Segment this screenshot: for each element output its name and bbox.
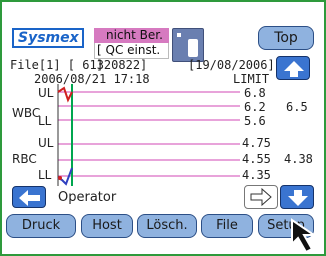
arrow-right-icon	[250, 187, 272, 207]
arrow-up-icon	[284, 61, 304, 77]
wbc-lower-limit: 5.6	[244, 114, 266, 128]
wbc-mid-value: 6.2	[244, 100, 266, 114]
status-line-1: nicht Ber.	[94, 28, 169, 43]
operator-label: Operator	[58, 190, 117, 205]
status-box: nicht Ber. [ QC einst. ]	[94, 28, 169, 72]
wbc-ul-label: UL	[38, 86, 54, 100]
file-date: [19/08/2006]	[188, 58, 275, 72]
rbc-result: 4.38	[284, 152, 313, 166]
status-line-2: [ QC einst. ]	[94, 43, 169, 72]
rbc-upper-limit: 4.75	[242, 136, 271, 150]
instrument-screen: Sysmex nicht Ber. [ QC einst. ] Top File…	[0, 0, 326, 256]
scroll-down-button[interactable]	[280, 185, 314, 209]
rbc-ll-label: LL	[38, 168, 52, 182]
wbc-trace	[57, 86, 73, 103]
file-button[interactable]: File	[201, 214, 253, 238]
printer-icon[interactable]	[172, 28, 204, 62]
wbc-result: 6.5	[286, 100, 308, 114]
mouse-pointer-icon	[291, 218, 318, 254]
next-button[interactable]	[244, 185, 278, 209]
rbc-point	[58, 176, 62, 180]
top-button[interactable]: Top	[258, 26, 314, 50]
wbc-ll-label: LL	[38, 114, 52, 128]
sysmex-logo: Sysmex	[12, 28, 84, 48]
wbc-label: WBC	[12, 106, 41, 120]
rbc-label: RBC	[12, 152, 37, 166]
rbc-ul-label: UL	[38, 136, 54, 150]
prev-button[interactable]	[12, 186, 46, 208]
printer-indicator	[177, 33, 181, 37]
wbc-upper-limit: 6.8	[244, 86, 266, 100]
arrow-left-icon	[19, 190, 40, 206]
print-button[interactable]: Druck	[6, 214, 76, 238]
scroll-up-button[interactable]	[276, 56, 310, 80]
delete-button[interactable]: Lösch.	[137, 214, 197, 238]
arrow-down-icon	[288, 190, 308, 206]
file-line: File[1] [ 61320822]	[10, 58, 148, 72]
rbc-mid-value: 4.55	[242, 152, 271, 166]
rbc-lower-limit: 4.35	[242, 168, 271, 182]
paper-roll	[188, 39, 198, 57]
host-button[interactable]: Host	[81, 214, 133, 238]
